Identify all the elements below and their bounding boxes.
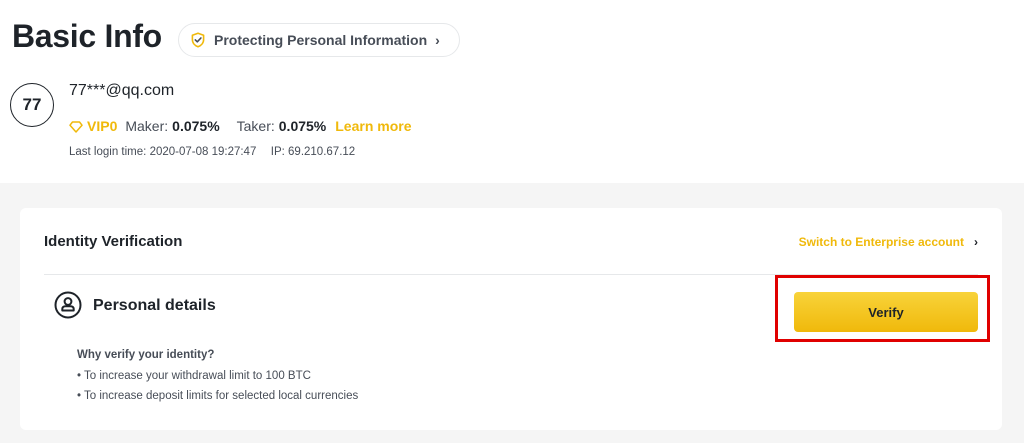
taker-fee-value: 0.075% [278, 118, 327, 134]
reason-item: • To increase your withdrawal limit to 1… [77, 370, 311, 382]
protecting-info-label: Protecting Personal Information [214, 32, 428, 48]
last-login-value: 2020-07-08 19:27:47 [149, 146, 257, 158]
learn-more-link[interactable]: Learn more [335, 118, 411, 134]
maker-fee-value: 0.075% [172, 118, 220, 134]
switch-enterprise-label: Switch to Enterprise account [798, 235, 964, 249]
personal-details-title: Personal details [93, 297, 216, 314]
vip-level-badge: VIP0 [87, 118, 118, 134]
identity-verification-title: Identity Verification [44, 233, 183, 250]
avatar: 77 [10, 83, 54, 127]
chevron-right-icon: › [974, 235, 978, 249]
identity-verification-card: Identity Verification Switch to Enterpri… [20, 208, 1002, 430]
taker-label: Taker: [236, 118, 275, 134]
why-verify-heading: Why verify your identity? [77, 349, 215, 361]
diamond-icon [69, 120, 83, 133]
verify-button[interactable]: Verify [794, 292, 978, 332]
user-profile-icon [54, 291, 82, 319]
chevron-right-icon: › [435, 32, 440, 48]
switch-enterprise-link[interactable]: Switch to Enterprise account › [799, 235, 978, 249]
ip-value: 69.210.67.12 [288, 146, 356, 158]
reason-item: • To increase deposit limits for selecte… [77, 390, 359, 402]
fee-row: VIP0 Maker: 0.075% Taker: 0.075% Learn m… [69, 117, 412, 135]
protecting-info-button[interactable]: Protecting Personal Information › [178, 23, 460, 57]
shield-check-icon [190, 32, 206, 48]
page-title: Basic Info [12, 18, 162, 54]
user-email: 77***@qq.com [69, 82, 175, 99]
last-login-label: Last login time: [69, 146, 147, 158]
ip-label: IP: [270, 146, 285, 158]
last-login-info: Last login time: 2020-07-08 19:27:47 IP:… [69, 146, 355, 158]
maker-label: Maker: [125, 118, 169, 134]
